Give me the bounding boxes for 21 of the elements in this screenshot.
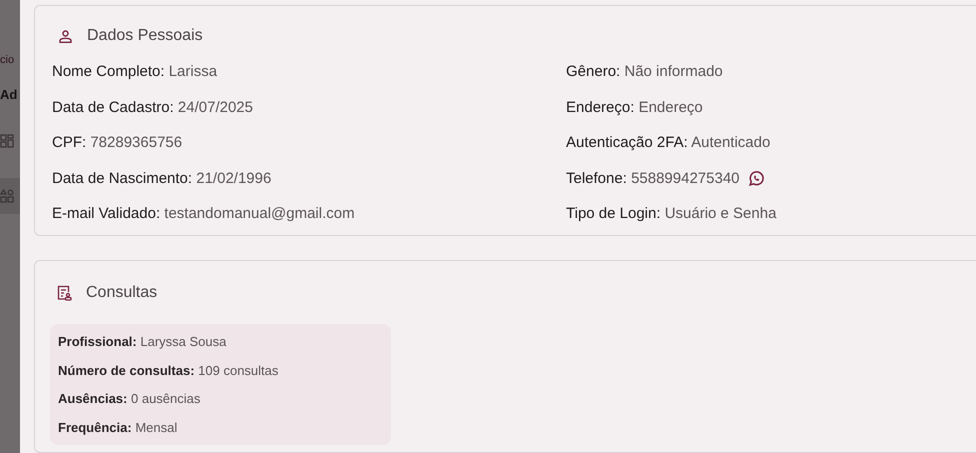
- field-text: E-mail Validado: testandomanual@gmail.com: [52, 204, 355, 224]
- field-text: Tipo de Login: Usuário e Senha: [566, 204, 776, 224]
- field-text: Nome Completo: Larissa: [52, 62, 218, 82]
- field-text: Autenticação 2FA: Autenticado: [566, 133, 770, 153]
- document-icon: [57, 285, 72, 301]
- field-text: Ausências: 0 ausências: [58, 390, 200, 408]
- user-icon: [59, 30, 72, 42]
- field-text: Data de Nascimento: 21/02/1996: [52, 168, 272, 188]
- field-text: Telefone: 5588994275340: [566, 168, 740, 188]
- page-title: Ad: [0, 86, 18, 104]
- field-text: Número de consultas: 109 consultas: [58, 362, 278, 380]
- field-text: Profissional: Laryssa Sousa: [58, 333, 226, 351]
- field-text: Frequência: Mensal: [58, 418, 178, 437]
- section-title: Dados Pessoais: [87, 26, 203, 46]
- section-title: Consultas: [86, 283, 158, 303]
- field-text: Endereço: Endereço: [566, 98, 703, 118]
- field-text: CPF: 78289365756: [52, 133, 182, 153]
- chat-icon[interactable]: [748, 170, 765, 188]
- field-text: Gênero: Não informado: [566, 62, 723, 82]
- field-text: Data de Cadastro: 24/07/2025: [52, 98, 253, 118]
- breadcrumb-text: cio: [0, 53, 16, 68]
